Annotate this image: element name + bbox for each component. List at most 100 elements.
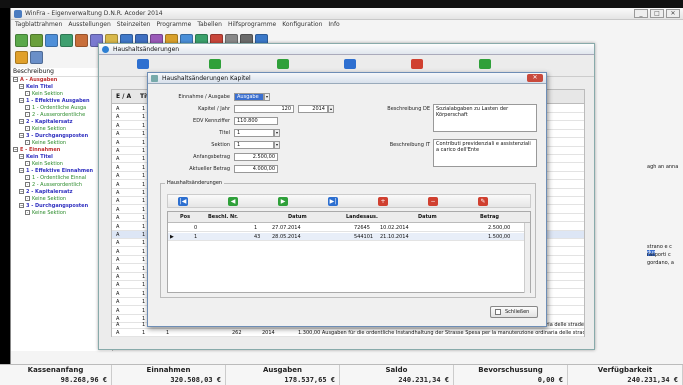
exit-icon[interactable] [30,51,43,64]
column-header[interactable]: Beschl. Nr. [208,214,238,220]
vertical-scrollbar[interactable] [524,223,530,293]
spinner-icon[interactable]: ▴ [328,105,334,113]
edit-icon[interactable]: ✎ [478,197,488,206]
chevron-down-icon[interactable]: ▾ [274,129,280,137]
tree-node[interactable]: · Kein Sektion [11,161,112,168]
leaf-icon[interactable]: · [25,105,30,110]
tree-node[interactable]: · 1 - Ordentliche Einnal [11,175,112,182]
tree-node[interactable]: · 2 - Ausserordentliche [11,112,112,119]
tree-node[interactable]: · Kein Sektion [11,91,112,98]
leaf-icon[interactable]: · [25,112,30,117]
tree-node[interactable]: −2 - Kapitalersatz [11,189,112,196]
close-button[interactable]: ✕ [666,9,680,18]
titel-field[interactable]: 1 [234,129,274,137]
leaf-icon[interactable]: · [25,182,30,187]
menu-item[interactable]: Hilfsprogramme [228,21,276,31]
add-icon[interactable]: + [378,197,388,206]
edit-icon[interactable] [479,59,491,69]
leaf-icon[interactable]: · [25,175,30,180]
maximize-button[interactable]: □ [650,9,664,18]
money-icon[interactable] [30,34,43,47]
collapse-icon[interactable]: − [19,98,24,103]
leaf-icon[interactable]: · [25,161,30,166]
tree-node[interactable]: −1 - Effektive Ausgaben [11,98,112,105]
ea-cell: A [116,148,120,154]
menu-item[interactable]: Steinzeiten [117,21,151,31]
tree-node[interactable]: −3 - Durchgangsposten [11,133,112,140]
prev-icon[interactable]: ◀ [228,197,238,206]
next-icon[interactable] [277,59,289,69]
tree-node[interactable]: − Kein Titel [11,154,112,161]
tree-node[interactable]: −1 - Effektive Einnahmen [11,168,112,175]
leaf-icon[interactable]: · [25,126,30,131]
leaf-icon[interactable]: · [25,210,30,215]
anfang-field[interactable]: 2.500,00 [234,153,278,161]
tree-node[interactable]: − A - Ausgaben [11,77,112,84]
menu-item[interactable]: Ausstellungen [68,21,110,31]
kapitel-field[interactable]: 120 [234,105,294,113]
tree-node[interactable]: · Keine Sektion [11,126,112,133]
sektion-field[interactable]: 1 [234,141,274,149]
menu-item[interactable]: Tagblattrahmen [15,21,62,31]
collapse-icon[interactable]: − [19,189,24,194]
collapse-icon[interactable]: − [19,154,24,159]
tree-node[interactable]: · Keine Sektion [11,140,112,147]
remove-icon[interactable]: − [428,197,438,206]
column-header[interactable]: Pos [180,214,190,220]
collapse-icon[interactable]: − [19,168,24,173]
next-icon[interactable]: ▶ [278,197,288,206]
collapse-icon[interactable]: − [19,84,24,89]
schliessen-button[interactable]: Schließen [490,306,538,318]
chevron-down-icon[interactable]: ▾ [274,141,280,149]
tree-node[interactable]: · 1 - Ordentliche Ausga [11,105,112,112]
tree-node[interactable]: · 2 - Ausserordentlich [11,182,112,189]
tree-node[interactable]: · Keine Sektion [11,196,112,203]
column-header[interactable]: Datum [418,214,437,220]
first-icon[interactable] [137,59,149,69]
table-row[interactable]: A 1 1 262 2014 1.300,00 Ausgaben für die orde… [112,329,584,337]
minimize-button[interactable]: _ [634,9,648,18]
document-icon[interactable] [15,34,28,47]
last-icon[interactable]: ▶| [328,197,338,206]
leaf-icon[interactable]: · [25,140,30,145]
tit-cell: 1 [142,299,146,306]
tree-node[interactable]: −3 - Durchgangsposten [11,203,112,210]
tree-node[interactable]: − E - Einnahmen [11,147,112,154]
chevron-down-icon[interactable]: ▾ [264,93,270,101]
warning-icon[interactable] [15,51,28,64]
column-header[interactable]: Datum [288,214,307,220]
book-icon[interactable] [45,34,58,47]
page-icon[interactable] [60,34,73,47]
jahr-field[interactable]: 2014 [298,105,328,113]
column-header[interactable]: Landesaus. [346,214,378,220]
leaf-icon[interactable]: · [25,196,30,201]
beschreibung-it-field[interactable]: Contributi previdenziali e assistenziali… [433,139,537,167]
tree-node[interactable]: −2 - Kapitalersatz [11,119,112,126]
add-icon[interactable] [411,59,423,69]
collapse-icon[interactable]: − [19,119,24,124]
beschreibung-de-field[interactable]: Sozialabgaben zu Lasten der Körperschaft [433,104,537,132]
einnahme-ausgabe-select[interactable]: Ausgabe [234,93,264,101]
aktuell-field[interactable]: 4.000,00 [234,165,278,173]
menu-item[interactable]: Konfiguration [282,21,322,31]
collapse-icon[interactable]: − [13,147,18,152]
first-icon[interactable]: |◀ [178,197,188,206]
pdf-icon[interactable] [75,34,88,47]
collapse-icon[interactable]: − [13,77,18,82]
table-row[interactable]: ▶ 1 43 28.05.2014 544101 21.10.2014 1.500,00 [168,233,530,241]
column-header[interactable]: Betrag [480,214,499,220]
table-row[interactable]: 0 1 27.07.2014 72645 10.02.2014 2.500,00 [168,224,530,232]
tree-node[interactable]: · Keine Sektion [11,210,112,217]
menu-item[interactable]: Programme [156,21,191,31]
tree-node[interactable]: − Kein Titel [11,84,112,91]
prev-icon[interactable] [209,59,221,69]
dialog-close-button[interactable]: ✕ [527,74,543,82]
menu-item[interactable]: Info [328,21,339,31]
edv-field[interactable]: 110.800 [234,117,278,125]
collapse-icon[interactable]: − [19,133,24,138]
leaf-icon[interactable]: · [25,91,30,96]
menu-item[interactable]: Tabellen [197,21,222,31]
column-header[interactable]: E / A [116,93,131,100]
collapse-icon[interactable]: − [19,203,24,208]
last-icon[interactable] [344,59,356,69]
